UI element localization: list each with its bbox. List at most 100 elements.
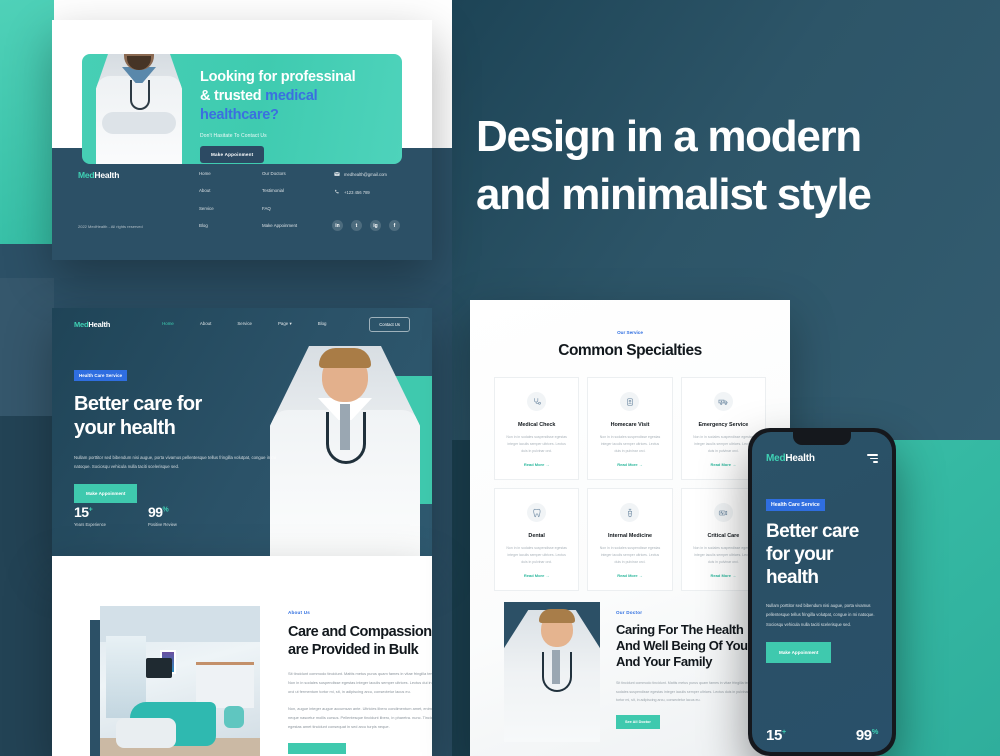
footer-link-about[interactable]: About [199,188,214,193]
hero-badge-rest: Care Service [93,373,123,378]
service-name: Homecare Visit [610,422,650,428]
service-desc: Non in in sodales suspendisse egestas in… [599,546,661,564]
cta-title-accent-2: healthcare? [200,107,279,124]
hero-make-appointment-button[interactable]: Make Appoinment [74,483,138,503]
footer-link-our-doctors[interactable]: Our Doctors [262,171,297,176]
presentation-headline: Design in a modern and minimalist style [476,108,946,224]
bg-block-left-strip [0,278,54,416]
footer-link-service[interactable]: Service [199,206,214,211]
read-more-link[interactable]: Read More → [691,573,756,578]
read-more-link[interactable]: Read More → [504,462,569,467]
service-card-internal-medicine[interactable]: Internal Medicine Non in in sodales susp… [587,488,673,591]
footer-logo-health: Health [94,170,120,180]
service-name: Medical Check [517,422,556,428]
instagram-icon[interactable]: ig [370,220,381,231]
doctor-hair [539,609,575,623]
nav-item-blog[interactable]: Blog [318,321,327,327]
read-more-link[interactable]: Read More → [691,462,756,467]
service-desc: Non in in sodales suspendisse egestas in… [599,435,661,453]
phone-stats: 15+ 99% [766,727,878,744]
phone-logo[interactable]: MedHealth [766,453,815,464]
footer-copyright: 2022 MedHealth - All rights reserved [78,224,143,229]
about-cta-button[interactable] [288,743,346,755]
twitter-icon[interactable]: t [351,220,362,231]
service-card-medical-check[interactable]: Medical Check Non in in sodales suspendi… [494,377,580,480]
service-name: Emergency Service [698,422,749,428]
footer-link-faq[interactable]: FAQ [262,206,297,211]
footer-link-home[interactable]: Home [199,171,214,176]
read-more-link[interactable]: Read More → [597,462,662,467]
about-paragraph-2: Non, augue integer augue accumsan ante. … [288,706,432,730]
read-more-link[interactable]: Read More → [504,573,569,578]
phone-screen: MedHealth Health Care Service Better car… [752,432,892,752]
clinic-stool [224,706,244,728]
headline-line-1: Design in a modern [476,112,862,161]
nav-item-service[interactable]: Service [237,321,252,327]
see-all-doctor-button[interactable]: See All Doctor [616,715,660,730]
phone-logo-med: Med [766,453,786,464]
service-card-homecare-visit[interactable]: Homecare Visit Non in in sodales suspend… [587,377,673,480]
chevron-down-icon: ▾ [289,321,292,326]
hero-body-text: Nullam porttitor sed bibendum nisi augue… [74,454,276,469]
service-desc: Non in in sodales suspendisse egestas in… [693,435,754,453]
hero-logo-health: Health [88,319,111,329]
footer-contact: medhealth@gmail.com +123 456 789 [334,171,387,207]
cta-subtitle: Don't Hasitate To Contact Us [200,133,267,140]
mockup-about-section: About Us Care and Compassion are Provide… [52,556,432,756]
service-desc: Non in in sodales suspendisse egestas in… [506,546,567,564]
phone-logo-health: Health [785,453,815,464]
footer-phone: +123 456 789 [344,189,370,195]
phone-hero-content: Health Care Service Better care for your… [766,493,878,664]
stat-years-sup: + [88,506,93,514]
nav-item-home[interactable]: Home [162,321,174,327]
phone-badge-rest: Care Service [786,502,820,508]
home-care-icon [620,392,640,411]
hero-nav-links: Home About Service Page ▾ Blog [162,321,326,327]
footer-link-make-appointment[interactable]: Make Appoinment [262,223,297,228]
bg-block-teal-left [0,0,54,244]
nav-item-page[interactable]: Page ▾ [278,321,292,327]
service-name: Critical Care [707,533,740,539]
footer-phone-row[interactable]: +123 456 789 [334,189,387,195]
presentation-canvas: Design in a modern and minimalist style … [0,0,1000,756]
stat-years-value: 15+ [74,504,106,520]
hero-badge-bold: Health [79,373,94,378]
bg-block-left-lower [0,416,54,756]
facebook-icon[interactable]: f [389,220,400,231]
footer-logo-med: Med [78,170,95,180]
nav-item-about[interactable]: About [200,321,211,327]
phone-make-appointment-button[interactable]: Make Appoinment [766,642,832,664]
hero-navbar: MedHealth Home About Service Page ▾ Blog… [52,308,432,340]
hamburger-menu-icon[interactable] [867,454,878,463]
tooth-icon [527,503,547,522]
mockup-cta-footer: Looking for professinal & trusted medica… [52,20,432,260]
about-copy: About Us Care and Compassion are Provide… [288,610,432,756]
phone-notch [793,432,851,445]
about-paragraph-1: Sit tincidunt commodo tincidunt. Mattis … [288,670,432,694]
footer-email: medhealth@gmail.com [344,171,387,177]
read-more-link[interactable]: Read More → [597,573,662,578]
footer-socials: in t ig f [332,220,400,231]
mockup-hero-desktop: MedHealth Home About Service Page ▾ Blog… [52,308,432,556]
service-name: Internal Medicine [607,533,653,539]
phone-title-line-3: health [766,567,819,589]
footer-email-row[interactable]: medhealth@gmail.com [334,171,387,177]
footer-links-column-1: Home About Service Blog [199,171,214,242]
iv-drip-icon [620,503,640,522]
headline-line-2: and minimalist style [476,170,872,220]
phone-navbar: MedHealth [752,453,892,464]
stat-positive-review: 99% Positive Review [148,504,177,527]
service-card-dental[interactable]: Dental Non in in sodales suspendisse ege… [494,488,580,591]
hero-logo-med: Med [74,319,89,329]
linkedin-icon[interactable]: in [332,220,343,231]
site-footer: MedHealth 2022 MedHealth - All rights re… [52,148,432,260]
phone-badge-bold: Health [771,502,787,508]
hero-logo[interactable]: MedHealth [74,320,110,329]
phone-stat-review-number: 99 [855,727,872,744]
cta-title: Looking for professinal & trusted medica… [200,68,388,125]
footer-link-blog[interactable]: Blog [199,223,214,228]
footer-link-testimonial[interactable]: Testimonial [262,188,297,193]
phone-title-line-1: Better care [766,521,859,542]
contact-us-button[interactable]: Contact Us [369,316,410,332]
clinic-lamp [146,658,172,678]
